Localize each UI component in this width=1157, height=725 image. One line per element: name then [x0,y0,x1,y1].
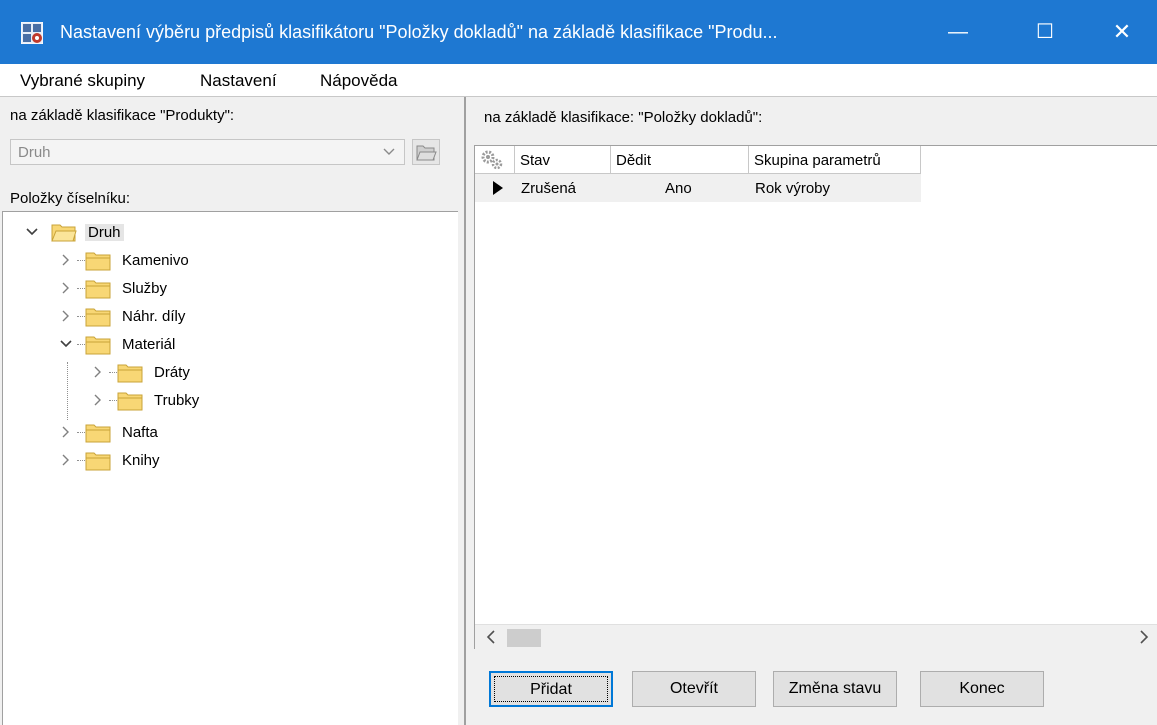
tree-item-knihy[interactable]: Knihy [59,448,279,474]
open-folder-button[interactable] [412,139,440,165]
close-dialog-button[interactable]: Konec [920,671,1044,707]
column-header-dedit[interactable]: Dědit [611,146,749,174]
splitter-line [464,97,466,725]
close-button[interactable]: ✕ [1087,0,1157,64]
folder-icon [115,390,145,412]
folder-open-icon [49,222,79,244]
title-bar[interactable]: Nastavení výběru předpisů klasifikátoru … [0,0,1157,64]
chevron-right-icon[interactable] [59,452,73,468]
folder-icon [115,362,145,384]
tree-item-kamenivo[interactable]: Kamenivo [59,248,279,274]
change-status-button[interactable]: Změna stavu [773,671,897,707]
tree-item-material[interactable]: Materiál [59,332,279,358]
folder-icon [83,306,113,328]
pane-splitter[interactable] [460,97,472,725]
chevron-right-icon[interactable] [1138,628,1150,651]
folder-icon [83,450,113,472]
change-status-button-label: Změna stavu [788,680,882,697]
chevron-down-icon[interactable] [59,336,73,352]
rules-grid[interactable]: Stav Dědit Skupina parametrů Zrušená Ano… [474,145,1157,650]
open-button-label: Otevřít [669,680,718,697]
column-header-stav[interactable]: Stav [515,146,611,174]
menu-napoveda[interactable]: Nápověda [320,71,398,91]
open-button[interactable]: Otevřít [632,671,756,707]
combo-value: Druh [18,144,51,161]
folder-open-icon [416,145,437,161]
table-row[interactable]: Zrušená Ano Rok výroby [475,174,921,202]
gears-icon [481,150,503,170]
tree-item-label: Služby [122,280,168,297]
tree-connector-material [67,362,68,420]
chevron-right-icon[interactable] [91,392,105,408]
maximize-button[interactable]: ☐ [1010,0,1080,64]
chevron-right-icon[interactable] [59,424,73,440]
items-label: Položky číselníku: [10,190,131,207]
column-header-label: Dědit [616,152,652,169]
tree-item-label: Knihy [122,452,160,469]
right-pane: na základě klasifikace: "Položky dokladů… [472,97,1157,725]
left-pane: na základě klasifikace "Produkty": Druh … [0,97,460,725]
cell-skupina: Rok výroby [755,180,831,197]
tree-item-label: Kamenivo [122,252,189,269]
tree-item-sluzby[interactable]: Služby [59,276,279,302]
grid-settings-button[interactable] [475,146,515,174]
classification-combo[interactable]: Druh [10,139,405,165]
chevron-right-icon[interactable] [59,252,73,268]
column-header-skupina[interactable]: Skupina parametrů [749,146,921,174]
menu-bar: Vybrané skupiny Nastavení Nápověda [0,64,1157,96]
tree-item-label: Nafta [122,424,158,441]
classification-label: na základě klasifikace "Produkty": [10,107,235,124]
tree-item-label: Náhr. díly [122,308,186,325]
menu-vybrane-skupiny[interactable]: Vybrané skupiny [20,71,145,91]
tree-item-druh[interactable]: Druh [25,220,245,246]
cell-stav: Zrušená [521,180,577,197]
tree-item-nahr-dily[interactable]: Náhr. díly [59,304,279,330]
app-icon [20,21,44,45]
chevron-down-icon[interactable] [25,224,39,240]
tree-item-nafta[interactable]: Nafta [59,420,279,446]
chevron-right-icon[interactable] [59,308,73,324]
tree-item-label: Materiál [122,336,176,353]
tree-item-draty[interactable]: Dráty [91,360,311,386]
folder-icon [83,250,113,272]
cell-dedit: Ano [665,180,692,197]
minimize-button[interactable]: — [923,0,993,64]
column-header-label: Skupina parametrů [754,152,881,169]
chevron-left-icon[interactable] [485,628,497,651]
tree-item-label: Trubky [154,392,200,409]
tree-item-label: Druh [85,224,124,241]
folder-icon [83,334,113,356]
close-dialog-button-label: Konec [959,680,1005,697]
chevron-right-icon[interactable] [59,280,73,296]
folder-icon [83,422,113,444]
chevron-right-icon[interactable] [91,364,105,380]
folder-icon [83,278,113,300]
current-row-indicator-icon [493,181,503,195]
scrollbar-thumb[interactable] [507,629,541,647]
column-header-label: Stav [520,152,551,169]
window-title: Nastavení výběru předpisů klasifikátoru … [60,22,778,42]
menu-nastaveni[interactable]: Nastavení [200,71,277,91]
target-classification-label: na základě klasifikace: "Položky dokladů… [484,109,763,126]
chevron-down-icon[interactable] [382,142,396,165]
tree-item-label: Dráty [154,364,190,381]
tree-view[interactable]: Druh Kamenivo Služby Náhr. díly Materiál… [2,211,458,725]
focus-rectangle [494,676,608,702]
add-button[interactable]: Přidat [489,671,613,707]
horizontal-scrollbar[interactable] [475,624,1157,650]
tree-item-trubky[interactable]: Trubky [91,388,311,414]
